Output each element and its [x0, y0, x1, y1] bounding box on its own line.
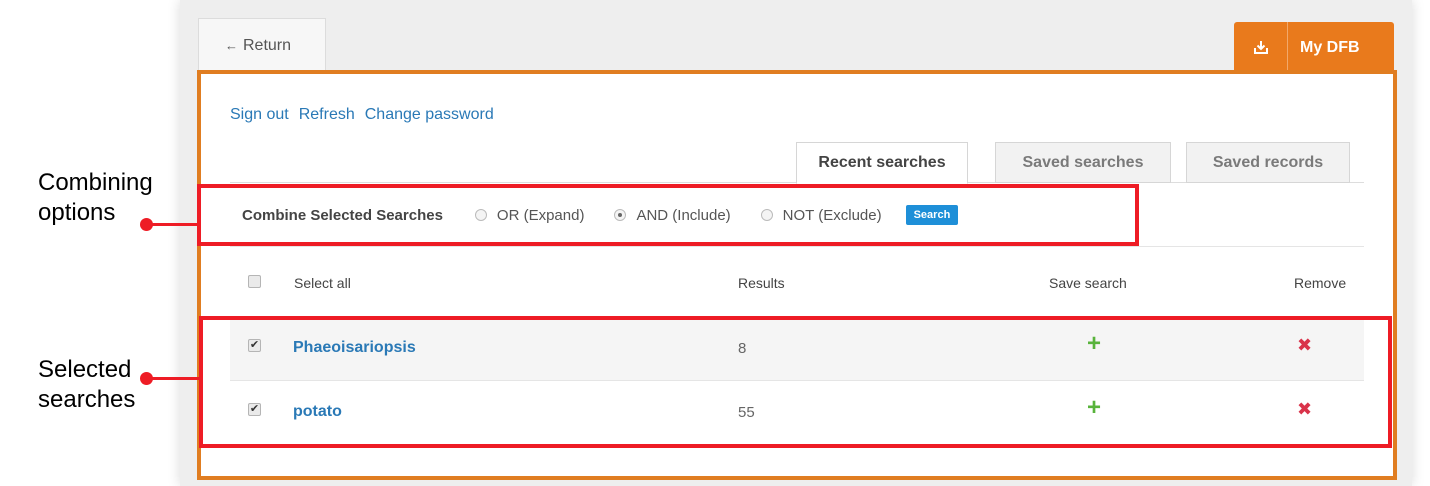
annotation-line: searches [38, 386, 136, 413]
annotation-pointer [146, 223, 199, 226]
selected-searches-highlight [199, 316, 1392, 448]
tab-saved-records[interactable]: Saved records [1186, 142, 1350, 183]
account-links: Sign out Refresh Change password [230, 106, 504, 124]
combining-options-annotation: Combining options [38, 168, 153, 228]
back-arrow-icon: ← [225, 38, 238, 53]
save-search-header: Save search [1049, 275, 1127, 291]
return-button[interactable]: ← Return [198, 18, 326, 70]
annotation-pointer [146, 377, 201, 380]
sign-out-link[interactable]: Sign out [230, 106, 289, 123]
divider [230, 246, 1364, 247]
remove-header: Remove [1294, 275, 1347, 291]
return-label: Return [243, 37, 292, 54]
tab-recent-searches[interactable]: Recent searches [796, 142, 968, 184]
annotation-line: Combining [38, 169, 153, 196]
annotation-line: options [38, 199, 116, 226]
refresh-link[interactable]: Refresh [299, 106, 355, 123]
selected-searches-annotation: Selected searches [38, 355, 135, 415]
download-icon [1234, 22, 1288, 72]
combining-options-highlight [197, 184, 1139, 246]
my-dfb-button[interactable]: My DFB [1234, 22, 1394, 72]
change-password-link[interactable]: Change password [365, 106, 494, 123]
results-header: Results [738, 275, 785, 291]
select-all-checkbox[interactable] [248, 275, 261, 288]
select-all-header: Select all [294, 275, 351, 291]
annotation-line: Selected [38, 356, 132, 383]
my-dfb-label: My DFB [1300, 39, 1360, 56]
tab-saved-searches[interactable]: Saved searches [995, 142, 1171, 183]
